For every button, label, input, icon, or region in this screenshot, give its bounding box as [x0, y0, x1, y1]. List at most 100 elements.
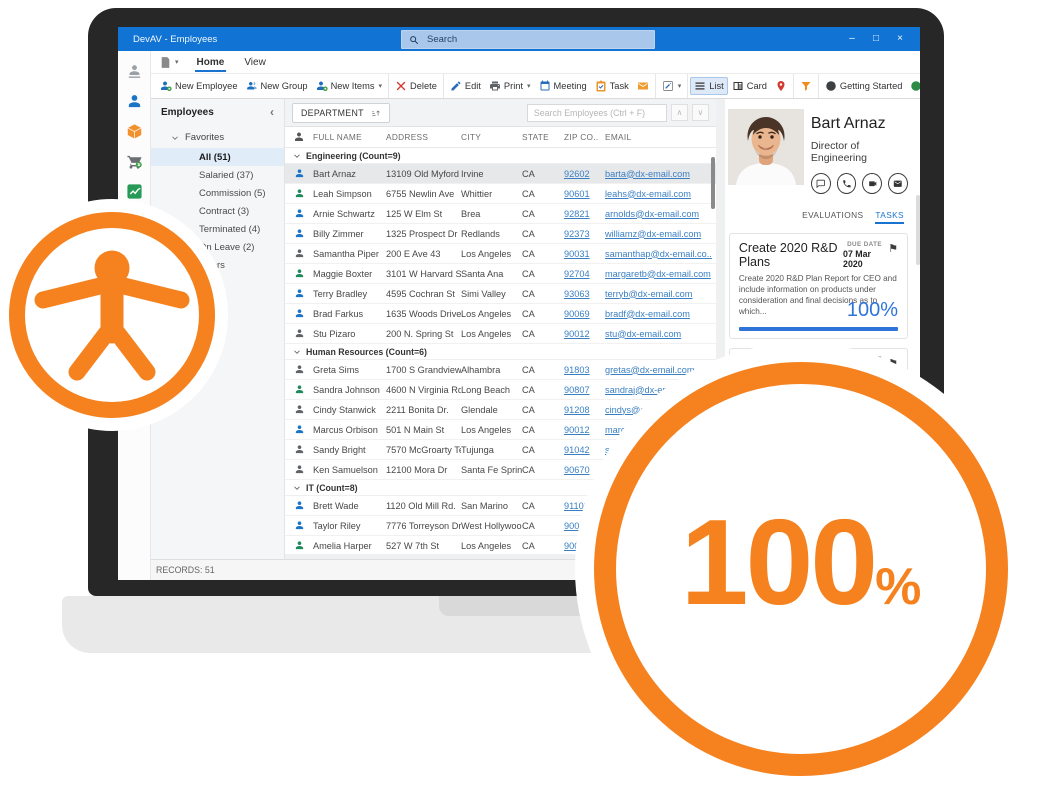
nav-item-all-51[interactable]: All (51): [151, 148, 284, 166]
module-products[interactable]: [126, 123, 143, 140]
mailfwd-icon: [637, 80, 649, 92]
cell-email-link[interactable]: terryb@dx-email.com: [605, 289, 716, 299]
new-group-button[interactable]: New Group: [242, 77, 312, 95]
nav-item-salaried-37[interactable]: Salaried (37): [151, 166, 284, 184]
column-header-address[interactable]: ADDRESS: [386, 132, 461, 142]
cell-zip-link[interactable]: 90031: [564, 249, 605, 259]
global-search-input[interactable]: [425, 33, 647, 46]
cell-city: San Marino: [461, 501, 522, 511]
card-button[interactable]: Card: [728, 77, 771, 95]
new-items-button[interactable]: New Items▾: [312, 77, 386, 95]
person-add-icon: [316, 80, 328, 92]
edit-button[interactable]: Edit: [446, 77, 485, 95]
tab-tasks[interactable]: TASKS: [875, 210, 904, 224]
column-header-zip-co[interactable]: ZIP CO..: [564, 132, 605, 142]
mail-button[interactable]: [888, 173, 908, 194]
cell-email-link[interactable]: leahs@dx-email.com: [605, 189, 716, 199]
employee-icon-cell: [285, 500, 313, 511]
tab-view[interactable]: View: [242, 54, 268, 71]
pencil-icon: [450, 80, 462, 92]
employee-row[interactable]: Stu Pizaro200 N. Spring StLos AngelesCA9…: [285, 324, 716, 344]
employee-row[interactable]: Brad Farkus1635 Woods DriveLos AngelesCA…: [285, 304, 716, 324]
group-row-engineering-count-9[interactable]: Engineering (Count=9): [285, 148, 716, 164]
task-card[interactable]: Create 2020 R&D Plans⚑DUE DATE07 Mar 202…: [729, 233, 908, 339]
getting-started-button[interactable]: Getting Started: [821, 77, 907, 95]
search-prev-button[interactable]: ∧: [671, 104, 688, 121]
tab-home[interactable]: Home: [195, 54, 227, 71]
module-analytics[interactable]: [126, 183, 143, 200]
task-button[interactable]: Task: [591, 77, 633, 95]
toolbar-group: ListCard: [688, 74, 794, 98]
list-button[interactable]: List: [690, 77, 727, 95]
video-icon: [868, 179, 878, 189]
module-employees[interactable]: [126, 93, 143, 110]
search-next-button[interactable]: ∨: [692, 104, 709, 121]
employee-row[interactable]: Leah Simpson6755 Newlin AveWhittierCA906…: [285, 184, 716, 204]
mail-icon: [893, 179, 903, 189]
close-button[interactable]: ×: [888, 27, 912, 51]
cell-email-link[interactable]: arnolds@dx-email.com: [605, 209, 716, 219]
column-header-state[interactable]: STATE: [522, 132, 564, 142]
cell-email-link[interactable]: barta@dx-email.com: [605, 169, 716, 179]
employee-row[interactable]: Terry Bradley4595 Cochran StSimi ValleyC…: [285, 284, 716, 304]
grid-vertical-scrollbar[interactable]: [711, 157, 715, 209]
print-button[interactable]: Print▾: [485, 77, 535, 95]
cell-email-link[interactable]: williamz@dx-email.com: [605, 229, 716, 239]
cell-email-link[interactable]: margaretb@dx-email.com: [605, 269, 716, 279]
employee-row[interactable]: Bart Arnaz13109 Old Myford RdIrvineCA926…: [285, 164, 716, 184]
employee-row[interactable]: Arnie Schwartz125 W Elm StBreaCA92821arn…: [285, 204, 716, 224]
calendar-icon: [539, 80, 551, 92]
cell-state: CA: [522, 521, 564, 531]
grid-search-input[interactable]: [527, 104, 667, 122]
person-icon: [294, 168, 305, 179]
employee-row[interactable]: Billy Zimmer1325 Prospect DrRedlandsCA92…: [285, 224, 716, 244]
cell-address: 200 N. Spring St: [386, 329, 461, 339]
cell-zip-link[interactable]: 92373: [564, 229, 605, 239]
toolbar-group: New EmployeeNew GroupNew Items▾: [154, 74, 389, 98]
minimize-button[interactable]: –: [840, 27, 864, 51]
meeting-button[interactable]: Meeting: [535, 77, 591, 95]
nav-section-favorites[interactable]: Favorites: [151, 125, 284, 148]
mailfwd-button[interactable]: [633, 77, 653, 95]
application-button[interactable]: ▾: [159, 56, 179, 69]
groupby-department-chip[interactable]: DEPARTMENT: [292, 103, 390, 123]
column-header-full-name[interactable]: FULL NAME: [313, 132, 386, 142]
delete-button[interactable]: Delete: [391, 77, 441, 95]
due-date-label: DUE DATE: [847, 241, 882, 248]
cell-zip-link[interactable]: 92821: [564, 209, 605, 219]
cell-city: Simi Valley: [461, 289, 522, 299]
cell-email-link[interactable]: bradf@dx-email.com: [605, 309, 716, 319]
column-header-city[interactable]: CITY: [461, 132, 522, 142]
cell-zip-link[interactable]: 92602: [564, 169, 605, 179]
cell-zip-link[interactable]: 90012: [564, 329, 605, 339]
cell-email-link[interactable]: samanthap@dx-email.co..: [605, 249, 716, 259]
cell-zip-link[interactable]: 93063: [564, 289, 605, 299]
column-header-email[interactable]: EMAIL: [605, 132, 716, 142]
cell-zip-link[interactable]: 90069: [564, 309, 605, 319]
maximize-button[interactable]: □: [864, 27, 888, 51]
cell-address: 527 W 7th St: [386, 541, 461, 551]
phone-button[interactable]: [837, 173, 857, 194]
tab-evaluations[interactable]: EVALUATIONS: [802, 210, 863, 224]
cell-city: Los Angeles: [461, 425, 522, 435]
chat-button[interactable]: [811, 173, 831, 194]
global-search[interactable]: [401, 30, 655, 49]
detail-scrollbar[interactable]: [916, 195, 920, 265]
cell-zip-link[interactable]: 90601: [564, 189, 605, 199]
new-employee-button[interactable]: New Employee: [156, 77, 242, 95]
module-sales[interactable]: [126, 153, 143, 170]
cell-email-link[interactable]: stu@dx-email.com: [605, 329, 716, 339]
employee-row[interactable]: Maggie Boxter3101 W Harvard StSanta AnaC…: [285, 264, 716, 284]
video-button[interactable]: [862, 173, 882, 194]
pencilbox-button[interactable]: ▾: [658, 77, 686, 95]
employee-icon-cell: [285, 308, 313, 319]
collapse-panel-button[interactable]: ‹: [270, 105, 274, 119]
support-button[interactable]: Support: [906, 77, 920, 95]
module-team[interactable]: [126, 63, 143, 80]
employee-row[interactable]: Samantha Piper200 E Ave 43Los AngelesCA9…: [285, 244, 716, 264]
cell-zip-link[interactable]: 92704: [564, 269, 605, 279]
cell-address: 3101 W Harvard St: [386, 269, 461, 279]
funnel-button[interactable]: [796, 77, 816, 95]
circle-icon: [825, 80, 837, 92]
pin-button[interactable]: [771, 77, 791, 95]
